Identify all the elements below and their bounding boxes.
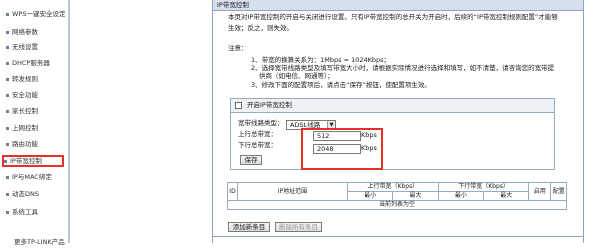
- bullet-icon: [6, 142, 9, 146]
- note-2-cont: 供商（如电信、网通等）；: [259, 72, 334, 80]
- enable-checkbox[interactable]: [235, 102, 242, 109]
- sidebar-item-access-control[interactable]: 上网控制: [6, 122, 38, 134]
- subheader-down-max: 最大: [483, 191, 530, 201]
- add-entry-button[interactable]: 添加新条目: [228, 222, 270, 232]
- up-bandwidth-label: 上行总带宽：: [238, 130, 277, 138]
- sidebar-item-ddns[interactable]: 动态DNS: [6, 188, 39, 200]
- bullet-icon: [6, 109, 9, 113]
- bullet-icon: [6, 30, 9, 34]
- sidebar-item-wireless[interactable]: 无线设置: [6, 41, 38, 53]
- bullet-icon: [6, 93, 9, 97]
- subheader-up-min: 最小: [346, 191, 394, 201]
- bullet-icon: [6, 192, 9, 196]
- sidebar-item-routing[interactable]: 路由功能: [6, 138, 38, 150]
- header-down: 下行带宽（Kbps）: [437, 182, 530, 192]
- bottom-divider: [212, 236, 584, 243]
- description-line-1: 本页对IP带宽控制的开启与关闭进行设置。只有IP带宽控制的总开关为开启时，后续的…: [228, 13, 558, 21]
- sidebar-item-ip-mac[interactable]: IP与MAC绑定: [6, 171, 52, 183]
- subheader-down-min: 最小: [437, 191, 485, 201]
- note-3: 3、修改下面的配置项后，请点击“保存”按钮，使配置项生效。: [251, 81, 431, 89]
- notes-title: 注意：: [228, 44, 248, 52]
- page-title: IP带宽控制: [213, 0, 583, 11]
- sidebar-item-wps[interactable]: WPS一键安全设定: [6, 8, 65, 20]
- rules-table: ID IP地址范围 上行带宽（Kbps） 下行带宽（Kbps） 启用 配置 最小…: [227, 182, 567, 210]
- sidebar: WPS一键安全设定 网络参数 无线设置 DHCP服务器 转发规则 安全功能 家长…: [0, 0, 70, 246]
- bullet-icon: [6, 175, 9, 179]
- bullet-icon: [6, 12, 9, 16]
- enable-label: 开启IP带宽控制: [247, 101, 292, 109]
- down-unit: Kbps: [361, 144, 377, 152]
- empty-list-text: 当前列表为空: [227, 200, 567, 210]
- sidebar-item-security[interactable]: 安全功能: [6, 89, 38, 101]
- delete-all-button[interactable]: 删除所有条目: [275, 222, 322, 232]
- header-ip-range: IP地址范围: [237, 182, 348, 201]
- sidebar-item-forwarding[interactable]: 转发规则: [6, 73, 38, 85]
- subheader-up-max: 最大: [392, 191, 439, 201]
- highlight-box: [2, 155, 64, 167]
- settings-header: 开启IP带宽控制: [231, 99, 554, 113]
- sidebar-item-dhcp[interactable]: DHCP服务器: [6, 57, 50, 69]
- sidebar-item-system[interactable]: 系统工具: [6, 206, 38, 218]
- settings-section: 开启IP带宽控制 宽带线路类型： 上行总带宽： 下行总带宽：: [230, 98, 555, 170]
- up-bandwidth-input[interactable]: 512: [313, 131, 361, 141]
- header-config: 配置: [550, 182, 567, 201]
- header-up: 上行带宽（Kbps）: [347, 182, 439, 192]
- sidebar-more-products-link[interactable]: 更多TP-LINK产品: [14, 236, 65, 248]
- header-id: ID: [227, 182, 238, 201]
- bullet-icon: [6, 126, 9, 130]
- bullet-icon: [6, 77, 9, 81]
- bullet-icon: [6, 210, 9, 214]
- sidebar-divider: [68, 0, 70, 243]
- sidebar-item-network[interactable]: 网络参数: [6, 26, 38, 38]
- header-enable: 启用: [528, 182, 552, 201]
- line-type-label: 宽带线路类型：: [238, 119, 284, 127]
- down-bandwidth-label: 下行总带宽：: [238, 141, 277, 149]
- bullet-icon: [6, 45, 9, 49]
- description-line-2: 生效；反之，则失效。: [228, 24, 293, 32]
- save-button[interactable]: 保存: [240, 155, 262, 165]
- down-bandwidth-input[interactable]: 2048: [313, 144, 361, 154]
- sidebar-item-parental[interactable]: 家长控制: [6, 105, 38, 117]
- up-unit: Kbps: [361, 131, 377, 139]
- bullet-icon: [6, 61, 9, 65]
